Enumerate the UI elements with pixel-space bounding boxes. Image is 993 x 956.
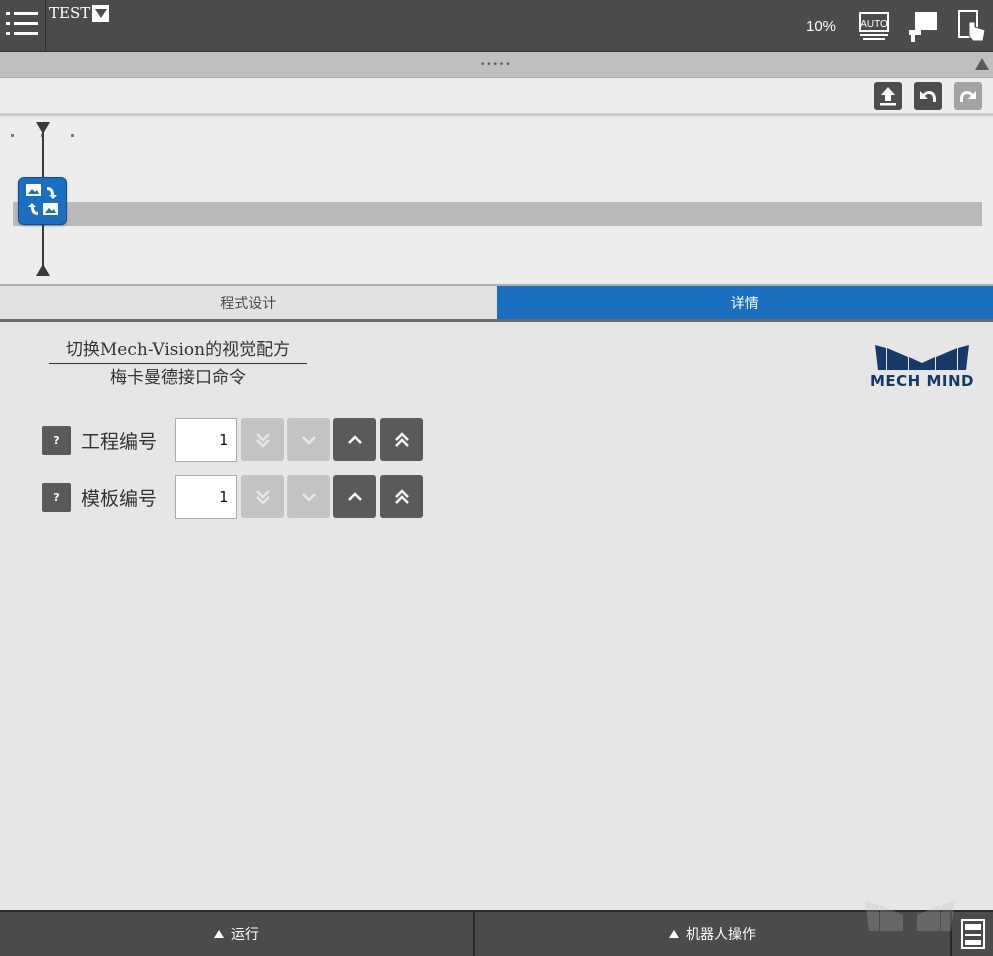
tab-bar: 程式设计 详情: [0, 284, 993, 322]
edit-toolbar: [0, 78, 993, 116]
menu-icon[interactable]: [0, 0, 46, 50]
recipe-switch-node[interactable]: [18, 177, 67, 225]
keyboard-icon: [960, 919, 985, 949]
help-button[interactable]: ?: [42, 426, 71, 455]
top-bar: TEST 10% AUTO: [0, 0, 993, 52]
mech-mind-logo: MECH MIND: [858, 343, 986, 391]
run-button[interactable]: 运行: [0, 912, 473, 956]
decrement-fast-button[interactable]: [241, 475, 284, 518]
run-label: 运行: [231, 927, 259, 943]
redo-icon: [960, 91, 976, 102]
expand-up-icon: [669, 930, 679, 938]
details-panel: 切换Mech-Vision的视觉配方 梅卡曼德接口命令 MECH MIND ? …: [0, 325, 993, 910]
logo-text: MECH MIND: [870, 372, 974, 390]
upload-button[interactable]: [874, 82, 902, 110]
auto-mode-label: AUTO: [860, 19, 888, 30]
upload-icon: [880, 87, 896, 106]
undo-button[interactable]: [914, 82, 942, 110]
help-button[interactable]: ?: [42, 483, 71, 512]
tab-details[interactable]: 详情: [496, 286, 993, 319]
chevron-double-up-icon: [394, 431, 409, 447]
auto-mode-icon[interactable]: AUTO: [856, 8, 892, 44]
decrement-fast-button[interactable]: [241, 418, 284, 461]
bottom-bar: 运行 机器人操作: [0, 910, 993, 956]
chevron-double-down-icon: [255, 489, 270, 505]
drawer-handle[interactable]: •••••: [0, 52, 993, 78]
tab-program-design[interactable]: 程式设计: [0, 286, 497, 319]
template-id-input[interactable]: [175, 475, 237, 519]
project-id-input[interactable]: [175, 418, 237, 462]
increment-button[interactable]: [333, 475, 376, 518]
undo-icon: [920, 91, 936, 102]
program-selector[interactable]: TEST: [49, 4, 110, 22]
param-label-project-id: 工程编号: [81, 431, 158, 453]
param-row-template-id: ? 模板编号: [42, 475, 442, 519]
command-title-block: 切换Mech-Vision的视觉配方 梅卡曼德接口命令: [49, 337, 307, 392]
program-name: TEST: [49, 4, 91, 22]
chevron-down-icon: [301, 435, 316, 445]
increment-button[interactable]: [333, 418, 376, 461]
redo-button[interactable]: [954, 82, 982, 110]
keyboard-button[interactable]: [952, 912, 993, 956]
dropdown-icon: [92, 4, 110, 22]
increment-fast-button[interactable]: [380, 475, 423, 518]
chevron-double-up-icon: [394, 488, 409, 504]
expand-up-icon: [214, 930, 224, 938]
robot-operation-label: 机器人操作: [686, 927, 756, 943]
timeline-end-marker: [36, 264, 50, 276]
decrement-button[interactable]: [287, 475, 330, 518]
touch-icon[interactable]: [953, 8, 989, 44]
param-label-template-id: 模板编号: [81, 488, 158, 510]
param-row-project-id: ? 工程编号: [42, 418, 442, 462]
command-title: 切换Mech-Vision的视觉配方: [49, 337, 307, 364]
recipe-switch-icon: [26, 184, 58, 215]
collapse-up-icon[interactable]: [975, 58, 989, 70]
program-canvas[interactable]: [0, 119, 993, 283]
command-subtitle: 梅卡曼德接口命令: [110, 368, 246, 388]
chevron-up-icon: [347, 491, 362, 501]
timeline-start-marker: [36, 122, 50, 134]
robot-operation-button[interactable]: 机器人操作: [475, 912, 950, 956]
logo-mark: [875, 345, 969, 370]
minimap-dot: [11, 134, 14, 137]
selected-line-highlight[interactable]: [13, 202, 982, 226]
handle-dots: •••••: [480, 60, 512, 70]
minimap-dot: [71, 134, 74, 137]
robot-pendant-icon[interactable]: [905, 8, 941, 44]
decrement-button[interactable]: [287, 418, 330, 461]
speed-indicator[interactable]: 10%: [806, 18, 836, 35]
chevron-down-icon: [301, 492, 316, 502]
chevron-double-down-icon: [255, 432, 270, 448]
chevron-up-icon: [347, 434, 362, 444]
increment-fast-button[interactable]: [380, 418, 423, 461]
